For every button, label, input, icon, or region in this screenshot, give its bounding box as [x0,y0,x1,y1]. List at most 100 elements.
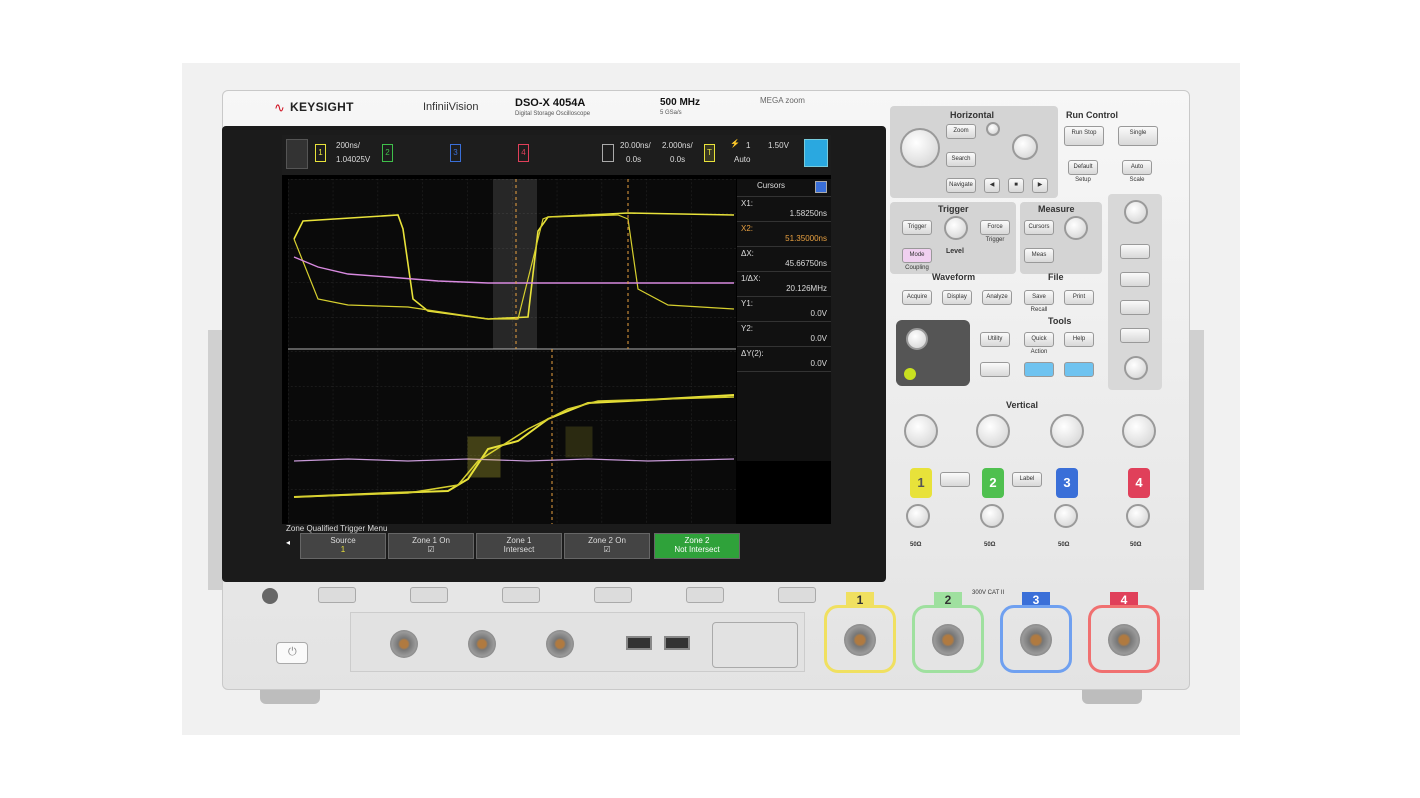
bnc-connector-icon[interactable] [390,630,418,658]
channel-1-position-knob[interactable] [906,504,930,528]
menu-title: Zone Qualified Trigger Menu [286,524,388,533]
display-button[interactable]: Display [942,290,972,305]
column-button-1[interactable] [1120,244,1150,259]
level-label: Level [946,248,964,255]
horizontal-position-knob[interactable] [1012,134,1038,160]
cursor-panel-icon[interactable] [815,181,827,193]
channel-1-indicator[interactable]: 1 [315,144,326,162]
bnc-connector-icon[interactable] [1108,624,1140,656]
default-setup-button[interactable]: Default Setup [1068,160,1098,183]
channel-2-position-knob[interactable] [980,504,1004,528]
channel-4-position-knob[interactable] [1126,504,1150,528]
bnc-connector-icon[interactable] [844,624,876,656]
cursor-row-value: 0.0V [810,359,827,368]
back-menu-button[interactable] [262,588,278,604]
trigger-mode-button[interactable]: Mode Coupling [902,248,932,271]
column-button-4[interactable] [1120,328,1150,343]
zoom-button[interactable]: Zoom [946,124,976,139]
front-softkey-3[interactable] [502,587,540,603]
horizontal-reference-knob[interactable] [986,122,1000,136]
single-button[interactable]: Single [1118,126,1158,146]
navigate-stop-button[interactable]: ■ [1008,178,1024,193]
cursor-row: ΔX: 45.66750ns [737,247,831,272]
channel-4-indicator[interactable]: 4 [518,144,529,162]
digital-button[interactable] [1064,362,1094,377]
softkey-zone2-on[interactable]: Zone 2 On ☑ [564,533,650,559]
label-button[interactable]: Label [1012,472,1042,487]
front-softkey-1[interactable] [318,587,356,603]
utility-button[interactable]: Utility [980,332,1010,347]
softkey-bar: Zone Qualified Trigger Menu ◂ Source 1 Zo… [282,524,831,562]
print-button[interactable]: Print [1064,290,1094,305]
foot-left [260,690,320,704]
softkey-label: Zone 2 [684,536,710,545]
menu-back-icon[interactable]: ◂ [286,538,290,547]
channel-3-scale-knob[interactable] [1050,414,1084,448]
cursors-button[interactable]: Cursors [1024,220,1054,235]
search-button[interactable]: Search [946,152,976,167]
power-button[interactable]: ⏻ [276,642,308,664]
channel-1-scale-knob[interactable] [904,414,938,448]
channel-3-position-knob[interactable] [1054,504,1078,528]
grid-display-button[interactable] [804,139,828,167]
math-button[interactable] [940,472,970,487]
bnc-connector-icon[interactable] [468,630,496,658]
analyze-button[interactable]: Analyze [982,290,1012,305]
menu-collapse-button[interactable] [286,139,308,169]
column-button-2[interactable] [1120,272,1150,287]
channel-4-scale-knob[interactable] [1122,414,1156,448]
softkey-column-knob-bottom[interactable] [1124,356,1148,380]
cursors-knob[interactable] [1064,216,1088,240]
tool-extra-button[interactable] [980,362,1010,377]
force-trigger-button[interactable]: Force Trigger [980,220,1010,243]
quick-action-button[interactable]: Quick Action [1024,332,1054,355]
auto-scale-button[interactable]: Auto Scale [1122,160,1152,183]
softkey-label: Zone 1 On [412,536,450,545]
bnc-connector-icon[interactable] [546,630,574,658]
control-panel: Horizontal Zoom Search Navigate ◀ ■ ▶ Ru… [888,104,1170,564]
channel-2-button[interactable]: 2 [982,468,1004,498]
bnc-connector-icon[interactable] [932,624,964,656]
trigger-button[interactable]: Trigger [902,220,932,235]
wavegen-button[interactable] [1024,362,1054,377]
usb-icon[interactable] [626,636,652,650]
softkey-zone1[interactable]: Zone 1 Intersect [476,533,562,559]
column-button-3[interactable] [1120,300,1150,315]
run-stop-button[interactable]: Run Stop [1064,126,1104,146]
front-softkey-5[interactable] [686,587,724,603]
display-screen: 1 200ns/ 1.04025V 2 3 4 20.00ns/ 0.0s 2.… [282,135,831,562]
status-strip: 1 200ns/ 1.04025V 2 3 4 20.00ns/ 0.0s 2.… [282,135,831,175]
foot-right [1082,690,1142,704]
usb-icon[interactable] [664,636,690,650]
model-subtitle: Digital Storage Oscilloscope [515,111,591,117]
save-recall-button[interactable]: Save Recall [1024,290,1054,313]
softkey-column-knob-top[interactable] [1124,200,1148,224]
channel-2-scale-knob[interactable] [976,414,1010,448]
navigate-button[interactable]: Navigate [946,178,976,193]
meas-button[interactable]: Meas [1024,248,1054,263]
channel-1-button[interactable]: 1 [910,468,932,498]
front-softkey-2[interactable] [410,587,448,603]
trigger-zone-2[interactable] [565,426,593,458]
channel-4-button[interactable]: 4 [1128,468,1150,498]
channel-2-indicator[interactable]: 2 [382,144,393,162]
horizontal-label: Horizontal [950,110,994,120]
trigger-label: Trigger [938,204,969,214]
navigate-forward-button[interactable]: ▶ [1032,178,1048,193]
bnc-connector-icon[interactable] [1020,624,1052,656]
navigate-back-button[interactable]: ◀ [984,178,1000,193]
front-softkey-4[interactable] [594,587,632,603]
horizontal-scale-knob[interactable] [900,128,940,168]
channel-4-impedance: 50Ω [1130,542,1142,548]
front-softkey-6[interactable] [778,587,816,603]
help-button[interactable]: Help [1064,332,1094,347]
softkey-zone2[interactable]: Zone 2 Not Intersect [654,533,740,559]
softkey-zone1-on[interactable]: Zone 1 On ☑ [388,533,474,559]
entry-knob[interactable] [906,328,928,350]
trigger-zone-1[interactable] [467,436,501,478]
trigger-level-knob[interactable] [944,216,968,240]
channel-3-indicator[interactable]: 3 [450,144,461,162]
acquire-button[interactable]: Acquire [902,290,932,305]
softkey-source[interactable]: Source 1 [300,533,386,559]
channel-3-button[interactable]: 3 [1056,468,1078,498]
